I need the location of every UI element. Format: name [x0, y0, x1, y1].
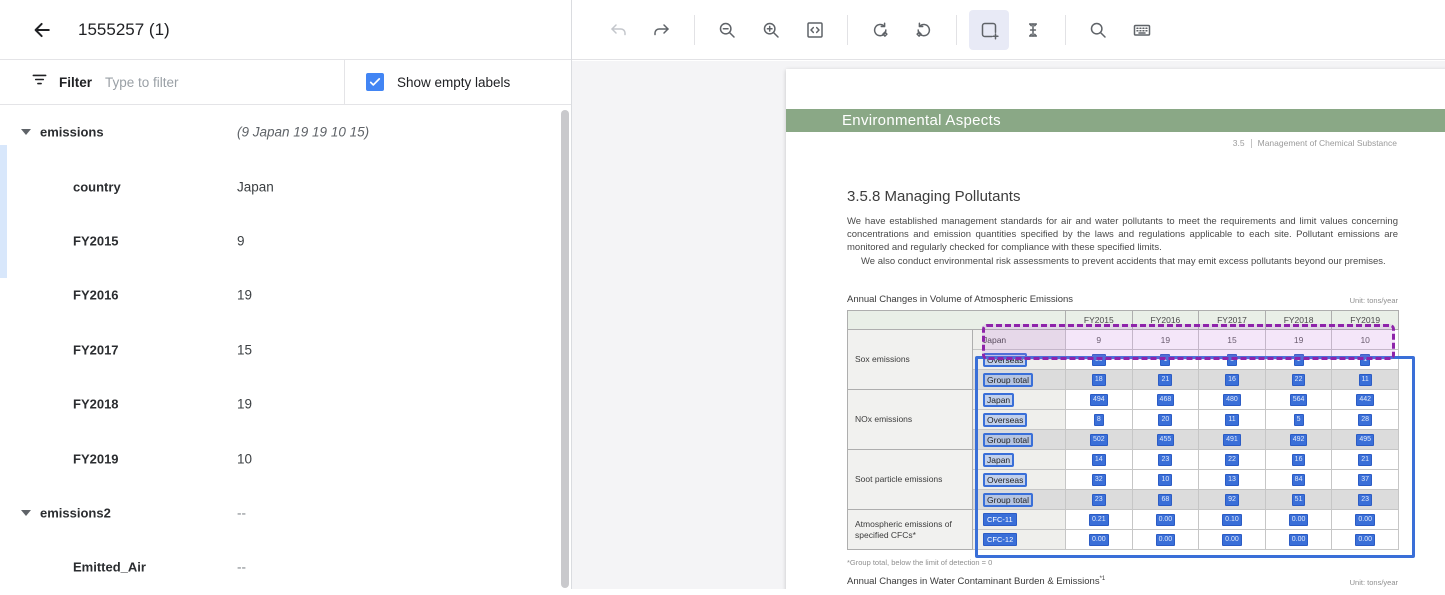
sidebar-item-FY2015[interactable]: FY2015 9 — [0, 214, 558, 268]
document-canvas: Environmental Aspects 3.5 Management of … — [572, 61, 1445, 589]
label-list: emissions (9 Japan 19 19 10 15) country Jap… — [0, 105, 558, 595]
sidebar-item-FY2019[interactable]: FY2019 10 — [0, 431, 558, 485]
label-name: country — [73, 179, 121, 194]
doc-section-number: 3.5 — [1233, 138, 1245, 148]
search-button[interactable] — [1078, 10, 1118, 50]
sidebar-item-country[interactable]: country Japan — [0, 159, 558, 213]
label-name: FY2017 — [73, 342, 119, 357]
doc-banner: Environmental Aspects — [786, 109, 1445, 132]
text-select-button[interactable] — [1013, 10, 1053, 50]
label-name: FY2015 — [73, 233, 119, 248]
toolbar-separator — [694, 15, 695, 45]
label-value: -- — [237, 505, 246, 520]
show-empty-labels-label: Show empty labels — [397, 75, 510, 90]
sidebar-item-FY2017[interactable]: FY2017 15 — [0, 323, 558, 377]
undo-button[interactable] — [598, 10, 638, 50]
doc-paragraphs: We have established management standards… — [847, 215, 1398, 268]
filter-input[interactable] — [103, 74, 307, 91]
label-name: Emitted_Air — [73, 560, 146, 575]
rotate-left-button[interactable] — [860, 10, 900, 50]
next-table-unit: Unit: tons/year — [1350, 578, 1398, 587]
chevron-down-icon[interactable] — [21, 510, 31, 516]
show-empty-labels-section: Show empty labels — [345, 60, 571, 104]
page-title: 1555257 (1) — [78, 20, 170, 40]
label-value: Japan — [237, 179, 274, 194]
fit-code-button[interactable] — [795, 10, 835, 50]
redo-icon — [652, 20, 672, 40]
label-name: emissions — [40, 125, 104, 140]
section-divider — [1251, 139, 1252, 148]
label-value: (9 Japan 19 19 10 15) — [237, 125, 369, 140]
label-name: emissions2 — [40, 505, 111, 520]
rotate-right-button[interactable] — [904, 10, 944, 50]
label-value: 19 — [237, 288, 252, 303]
row-group-label: Soot particle emissions — [848, 450, 973, 510]
show-empty-labels-checkbox[interactable] — [366, 73, 384, 91]
table-footnote: *Group total, below the limit of detecti… — [847, 558, 992, 567]
row-group-label: Atmospheric emissions of specified CFCs* — [848, 510, 973, 550]
zoom-in-icon — [761, 20, 781, 40]
document-page: Environmental Aspects 3.5 Management of … — [786, 69, 1445, 589]
doc-section-line: 3.5 Management of Chemical Substance — [1233, 138, 1397, 148]
check-icon — [368, 75, 382, 89]
labels-panel: 1555257 (1) Filter Show empty labels emi… — [0, 0, 572, 589]
row-group-label: NOx emissions — [848, 390, 973, 450]
keyboard-icon — [1132, 20, 1152, 40]
keyboard-button[interactable] — [1122, 10, 1162, 50]
paragraph: We have established management standards… — [847, 215, 1398, 255]
sidebar-item-emissions2[interactable]: emissions2 -- — [0, 486, 558, 540]
redo-button[interactable] — [642, 10, 682, 50]
doc-heading: 3.5.8 Managing Pollutants — [847, 188, 1020, 205]
panel-scrollbar-thumb[interactable] — [561, 110, 569, 588]
next-table-title: Annual Changes in Water Contaminant Burd… — [847, 576, 1105, 587]
filter-section: Filter — [0, 60, 345, 104]
table-unit: Unit: tons/year — [1350, 296, 1398, 305]
scroll-position-indicator — [0, 145, 7, 278]
back-button[interactable] — [27, 17, 53, 43]
label-name: FY2018 — [73, 397, 119, 412]
undo-icon — [608, 20, 628, 40]
text-select-icon — [1023, 20, 1043, 40]
toolbar-separator — [847, 15, 848, 45]
toolbar-separator — [956, 15, 957, 45]
next-table-title-row: Annual Changes in Water Contaminant Burd… — [847, 576, 1398, 587]
zoom-out-icon — [717, 20, 737, 40]
label-value: 9 — [237, 233, 245, 248]
zoom-in-button[interactable] — [751, 10, 791, 50]
panel-header: 1555257 (1) — [0, 0, 571, 60]
rotate-right-icon — [914, 20, 934, 40]
filter-icon — [31, 71, 48, 93]
search-icon — [1088, 20, 1108, 40]
filter-row: Filter Show empty labels — [0, 60, 571, 105]
label-value: 15 — [237, 342, 252, 357]
label-name: FY2016 — [73, 288, 119, 303]
label-value: 10 — [237, 451, 252, 466]
table-title: Annual Changes in Volume of Atmospheric … — [847, 294, 1073, 305]
row-group-label: Sox emissions — [848, 330, 973, 390]
label-name: FY2019 — [73, 451, 119, 466]
doc-section-title: Management of Chemical Substance — [1258, 138, 1397, 148]
rotate-left-icon — [870, 20, 890, 40]
zoom-out-button[interactable] — [707, 10, 747, 50]
label-value: 19 — [237, 397, 252, 412]
japan-row-annotation-box[interactable] — [982, 324, 1395, 360]
back-arrow-icon — [29, 19, 51, 41]
filter-label: Filter — [59, 75, 92, 90]
app-root: 1555257 (1) Filter Show empty labels emi… — [0, 0, 1445, 589]
sidebar-item-FY2016[interactable]: FY2016 19 — [0, 268, 558, 322]
selection-annotation-box[interactable] — [975, 356, 1415, 558]
add-bounding-box-icon — [979, 20, 999, 40]
fit-code-icon — [805, 20, 825, 40]
sidebar-item-Emitted_Air[interactable]: Emitted_Air -- — [0, 540, 558, 594]
sidebar-item-emissions[interactable]: emissions (9 Japan 19 19 10 15) — [0, 105, 558, 159]
document-area: Environmental Aspects 3.5 Management of … — [572, 0, 1445, 589]
table-title-row: Annual Changes in Volume of Atmospheric … — [847, 294, 1398, 305]
add-bounding-box-button[interactable] — [969, 10, 1009, 50]
chevron-down-icon[interactable] — [21, 129, 31, 135]
label-value: -- — [237, 560, 246, 575]
toolbar — [572, 0, 1445, 60]
paragraph: We also conduct environmental risk asses… — [847, 255, 1398, 268]
toolbar-separator — [1065, 15, 1066, 45]
sidebar-item-FY2018[interactable]: FY2018 19 — [0, 377, 558, 431]
